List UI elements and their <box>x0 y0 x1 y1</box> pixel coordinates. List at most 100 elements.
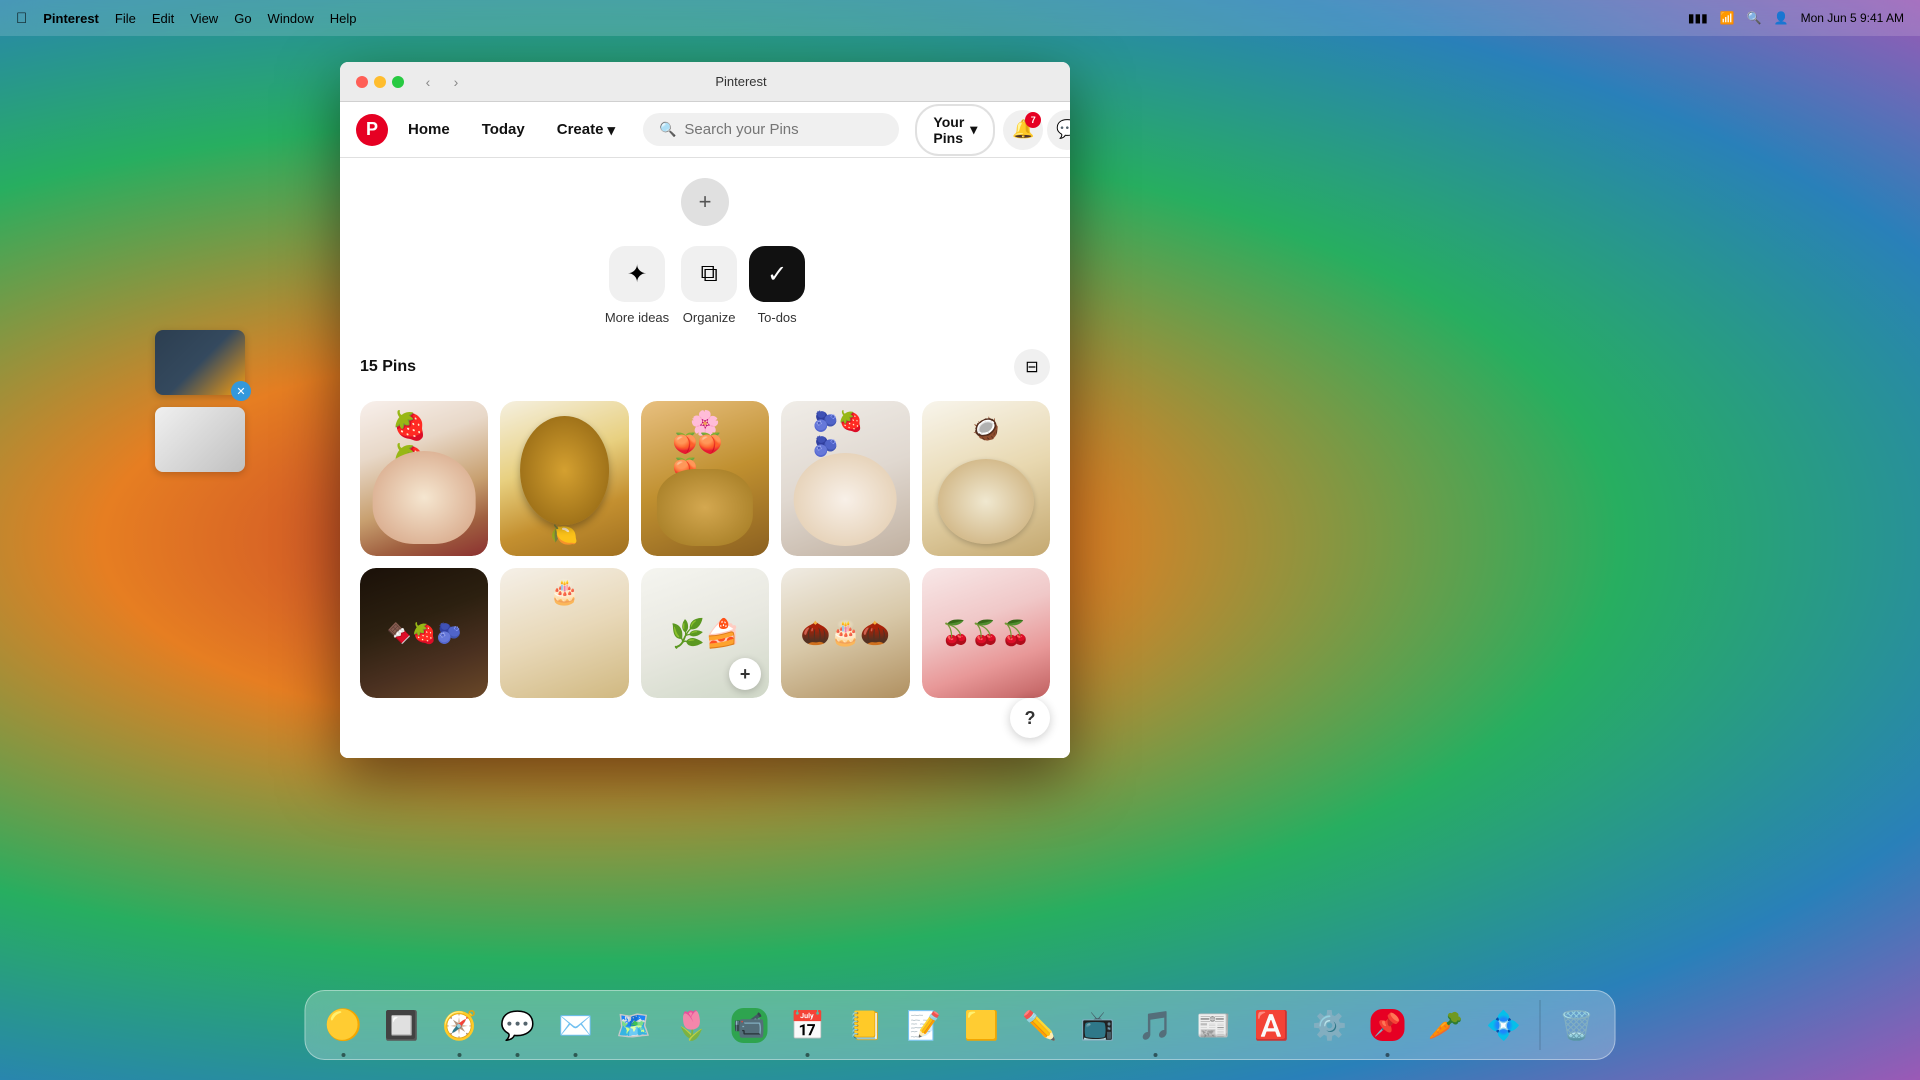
menu-go[interactable]: Go <box>234 11 251 26</box>
dock-app-music[interactable]: 🎵 <box>1130 999 1182 1051</box>
dock-app-messages[interactable]: 💬 <box>492 999 544 1051</box>
help-button[interactable]: ? <box>1010 698 1050 738</box>
spotlight-icon[interactable]: 👤 <box>1774 11 1789 25</box>
organize-label: Organize <box>683 310 736 325</box>
dock-app-dot-pinterest <box>1386 1053 1390 1057</box>
maximize-button[interactable] <box>392 76 404 88</box>
pinterest-nav: P Home Today Create ▾ 🔍 Your Pins ▾ <box>340 102 1070 158</box>
pin-card-4[interactable]: 🫐🍓🫐 <box>781 401 909 556</box>
menubar:  Pinterest File Edit View Go Window Hel… <box>0 0 1920 36</box>
pin-card-3[interactable]: 🌸 🍑🍑🍑 <box>641 401 769 556</box>
dock-app-freeform[interactable]: ✏️ <box>1014 999 1066 1051</box>
menu-file[interactable]: File <box>115 11 136 26</box>
side-thumbnail-2[interactable] <box>155 407 245 472</box>
nav-icons: 🔔 7 💬 U ▾ <box>1003 110 1070 150</box>
dock-app-appletv[interactable]: 📺 <box>1072 999 1124 1051</box>
pins-grid-row2: 🍫🍓🫐 🎂 🌿🍰 <box>360 568 1050 698</box>
notifications-button[interactable]: 🔔 7 <box>1003 110 1043 150</box>
dock-app-trash[interactable]: 🗑️ <box>1551 999 1603 1051</box>
app-switcher-thumbnails: ✕ <box>155 330 245 472</box>
more-ideas-icon: ✦ <box>609 246 665 302</box>
pins-count: 15 Pins <box>360 358 416 376</box>
forward-button[interactable]: › <box>444 70 468 94</box>
your-pins-chevron-icon: ▾ <box>970 121 977 138</box>
dock-app-photos[interactable]: 🌷 <box>666 999 718 1051</box>
back-button[interactable]: ‹ <box>416 70 440 94</box>
dock-app-maps[interactable]: 🗺️ <box>608 999 660 1051</box>
pin-card-8[interactable]: 🌿🍰 + <box>641 568 769 698</box>
notification-badge: 7 <box>1025 112 1041 128</box>
pinterest-logo[interactable]: P <box>356 114 388 146</box>
dock-app-pricetag[interactable]: 💠 <box>1478 999 1530 1051</box>
your-pins-button[interactable]: Your Pins ▾ <box>915 104 995 156</box>
dock-app-contacts[interactable]: 📒 <box>840 999 892 1051</box>
menu-edit[interactable]: Edit <box>152 11 174 26</box>
todos-label: To-dos <box>758 310 797 325</box>
pins-grid-row1: 🍓🍓 🍋 🌸 <box>360 401 1050 556</box>
pin-card-2[interactable]: 🍋 <box>500 401 628 556</box>
add-pin-button-8[interactable]: + <box>729 658 761 690</box>
pinterest-app: P Home Today Create ▾ 🔍 Your Pins ▾ <box>340 102 1070 758</box>
more-ideas-label: More ideas <box>605 310 669 325</box>
apple-menu-icon[interactable]:  <box>16 10 27 27</box>
nav-home[interactable]: Home <box>396 113 462 146</box>
pin-card-5[interactable]: 🥥 <box>922 401 1050 556</box>
menu-view[interactable]: View <box>190 11 218 26</box>
search-menubar-icon[interactable]: 🔍 <box>1747 11 1762 25</box>
side-thumb-1-remove[interactable]: ✕ <box>231 381 251 401</box>
dock-app-dot-calendar <box>806 1053 810 1057</box>
more-ideas-button[interactable]: ✦ More ideas <box>605 246 669 325</box>
browser-nav-arrows: ‹ › <box>416 70 468 94</box>
menu-help[interactable]: Help <box>330 11 357 26</box>
dock-app-dot-safari <box>458 1053 462 1057</box>
dock-app-dot-mail <box>574 1053 578 1057</box>
add-button-container: + <box>360 178 1050 226</box>
browser-window: ‹ › Pinterest P Home Today Create ▾ 🔍 <box>340 62 1070 758</box>
dock-app-launchpad[interactable]: 🔲 <box>376 999 428 1051</box>
pin-card-9[interactable]: 🌰🎂🌰 <box>781 568 909 698</box>
create-chevron-icon: ▾ <box>607 121 615 139</box>
dock-app-facetime[interactable]: 📹 <box>724 999 776 1051</box>
dock-app-finder[interactable]: 🟡 <box>318 999 370 1051</box>
wifi-icon: 📶 <box>1720 11 1735 25</box>
app-menu-pinterest[interactable]: Pinterest <box>43 11 99 26</box>
search-input[interactable] <box>684 121 883 138</box>
dock-app-dot-music <box>1154 1053 1158 1057</box>
add-circle-button[interactable]: + <box>681 178 729 226</box>
dock-app-news[interactable]: 📰 <box>1188 999 1240 1051</box>
pin-card-10[interactable]: 🍒🍒🍒 <box>922 568 1050 698</box>
minimize-button[interactable] <box>374 76 386 88</box>
pin-card-7[interactable]: 🎂 <box>500 568 628 698</box>
window-titlebar: ‹ › Pinterest <box>340 62 1070 102</box>
todos-button[interactable]: ✓ To-dos <box>749 246 805 325</box>
dock-app-dot-messages <box>516 1053 520 1057</box>
dock-app-notes[interactable]: 🟨 <box>956 999 1008 1051</box>
dock-app-reminders[interactable]: 📝 <box>898 999 950 1051</box>
nav-today[interactable]: Today <box>470 113 537 146</box>
pinterest-content: + ✦ More ideas ⧉ Organize ✓ To-dos <box>340 158 1070 758</box>
dock: 🟡 🔲 🧭 💬 ✉️ 🗺️ 🌷 📹 📅 📒 📝 🟨 ✏️ 📺 <box>305 990 1616 1060</box>
todos-icon: ✓ <box>749 246 805 302</box>
dock-app-carrot[interactable]: 🥕 <box>1420 999 1472 1051</box>
dock-app-calendar[interactable]: 📅 <box>782 999 834 1051</box>
window-title: Pinterest <box>468 74 1014 89</box>
search-bar[interactable]: 🔍 <box>643 113 899 146</box>
pinterest-logo-letter: P <box>366 119 378 140</box>
search-icon: 🔍 <box>659 121 676 138</box>
messages-button[interactable]: 💬 <box>1047 110 1070 150</box>
pin-card-6[interactable]: 🍫🍓🫐 <box>360 568 488 698</box>
dock-app-appstore[interactable]: 🅰️ <box>1246 999 1298 1051</box>
dock-app-mail[interactable]: ✉️ <box>550 999 602 1051</box>
nav-create[interactable]: Create ▾ <box>545 113 627 147</box>
pin-card-1[interactable]: 🍓🍓 <box>360 401 488 556</box>
dock-app-safari[interactable]: 🧭 <box>434 999 486 1051</box>
close-button[interactable] <box>356 76 368 88</box>
pins-header: 15 Pins ⊟ <box>360 349 1050 385</box>
filter-button[interactable]: ⊟ <box>1014 349 1050 385</box>
menu-window[interactable]: Window <box>268 11 314 26</box>
dock-app-pinterest[interactable]: 📌 <box>1362 999 1414 1051</box>
clock: Mon Jun 5 9:41 AM <box>1801 11 1904 25</box>
dock-app-systemprefs[interactable]: ⚙️ <box>1304 999 1356 1051</box>
organize-icon: ⧉ <box>681 246 737 302</box>
organize-button[interactable]: ⧉ Organize <box>681 246 737 325</box>
